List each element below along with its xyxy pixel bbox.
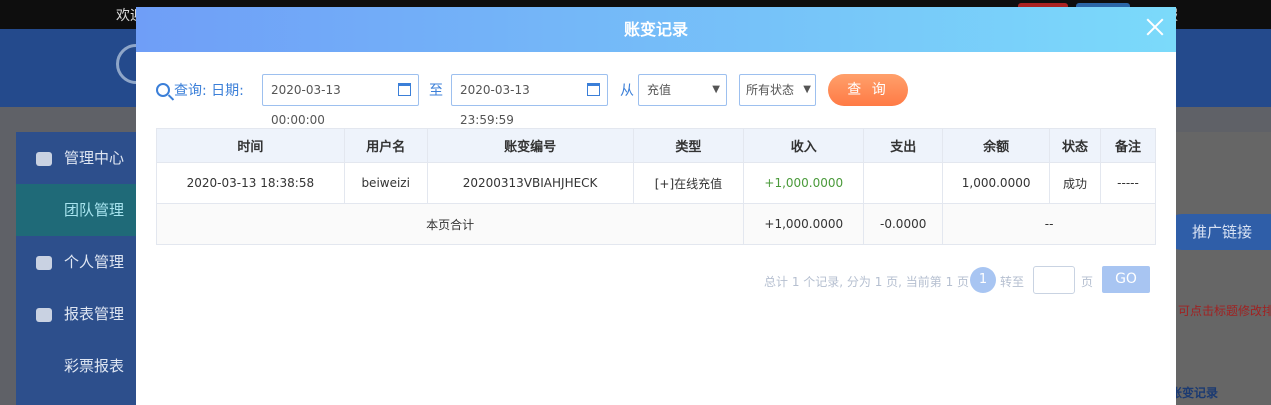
header-income[interactable]: 收入 [743,128,865,163]
total-label: 本页合计 [155,203,745,245]
calendar-icon[interactable] [398,83,411,96]
user-icon [36,255,52,270]
start-date-input[interactable]: 2020-03-13 00:00:00 [262,74,419,127]
header-expense[interactable]: 支出 [863,128,944,163]
total-income: +1,000.0000 [743,203,865,245]
end-date-input[interactable]: 2020-03-13 23:59:59 [451,74,608,127]
header-time[interactable]: 时间 [156,128,345,163]
page-number-1[interactable]: 1 [970,267,996,293]
close-icon[interactable] [1144,16,1166,38]
total-rest: -- [942,203,1156,245]
users-icon [36,151,52,166]
total-expense: -0.0000 [863,203,944,245]
page-jump-input[interactable] [1033,266,1075,294]
page-unit-label: 页 [1081,275,1094,289]
cell-expense [863,162,944,204]
modal-header: 账变记录 [136,7,1176,52]
from-label: 从 [620,83,634,99]
background-records-link: 账变记录 [1170,386,1219,400]
report-icon [36,307,52,322]
cell-balance: 1,000.0000 [942,162,1051,204]
header-type[interactable]: 类型 [632,128,745,163]
pagination-summary: 总计 1 个记录, 分为 1 页, 当前第 1 页 [764,275,970,289]
status-select[interactable]: 所有状态 ▼ [739,74,816,106]
date-label: 日期: [211,83,244,99]
sidebar-item-reports: 报表管理 [16,288,136,340]
sidebar-item-personal: 个人管理 [16,236,136,288]
promo-link-button: 推广链接 [1164,214,1271,250]
type-select[interactable]: 充值 ▼ [638,74,727,106]
background-right-panel [1176,132,1271,405]
query-button[interactable]: 查 询 [828,74,908,106]
sidebar-item-team: 团队管理 [16,184,136,236]
pagination: 总计 1 个记录, 分为 1 页, 当前第 1 页 1 转至 页 GO [736,266,1156,294]
header-username[interactable]: 用户名 [343,128,428,163]
search-icon [156,83,170,97]
cell-status: 成功 [1049,162,1102,204]
filter-bar: 查询: 日期: 2020-03-13 00:00:00 至 2020-03-13… [156,74,1156,127]
cell-record-no: 20200313VBIAHJHECK [426,162,634,204]
sort-hint-text: 可点击标题修改排序 [1178,304,1271,318]
calendar-icon[interactable] [587,83,600,96]
account-records-modal: 账变记录 查询: 日期: 2020-03-13 00:00:00 至 2020-… [136,7,1176,405]
dropdown-arrow-icon: ▼ [803,84,811,95]
table-row: 2020-03-13 18:38:58 beiweizi 20200313VBI… [156,162,1156,204]
background-sidebar: 管理中心 团队管理 个人管理 报表管理 彩票报表 [16,132,136,405]
cell-remark: ----- [1100,162,1156,204]
modal-title: 账变记录 [623,20,688,39]
header-status[interactable]: 状态 [1049,128,1102,163]
dropdown-arrow-icon: ▼ [712,84,720,95]
sidebar-item-lottery-report: 彩票报表 [64,357,125,375]
cell-username: beiweizi [343,162,428,204]
header-record-no[interactable]: 账变编号 [426,128,634,163]
table-header-row: 时间 用户名 账变编号 类型 收入 支出 余额 状态 备注 [156,128,1156,163]
records-table: 时间 用户名 账变编号 类型 收入 支出 余额 状态 备注 2020-03-13… [155,128,1156,245]
go-button[interactable]: GO [1102,266,1150,293]
search-label: 查询: 日期: [156,80,244,100]
cell-type: [+]在线充值 [632,162,745,204]
to-label: 至 [429,83,443,99]
cell-income: +1,000.0000 [743,162,865,204]
header-balance[interactable]: 余额 [942,128,1051,163]
table-total-row: 本页合计 +1,000.0000 -0.0000 -- [155,203,1156,245]
sidebar-item-management-center: 管理中心 [16,132,136,184]
goto-label: 转至 [1000,275,1025,289]
cell-time: 2020-03-13 18:38:58 [156,162,345,204]
header-remark[interactable]: 备注 [1100,128,1156,163]
